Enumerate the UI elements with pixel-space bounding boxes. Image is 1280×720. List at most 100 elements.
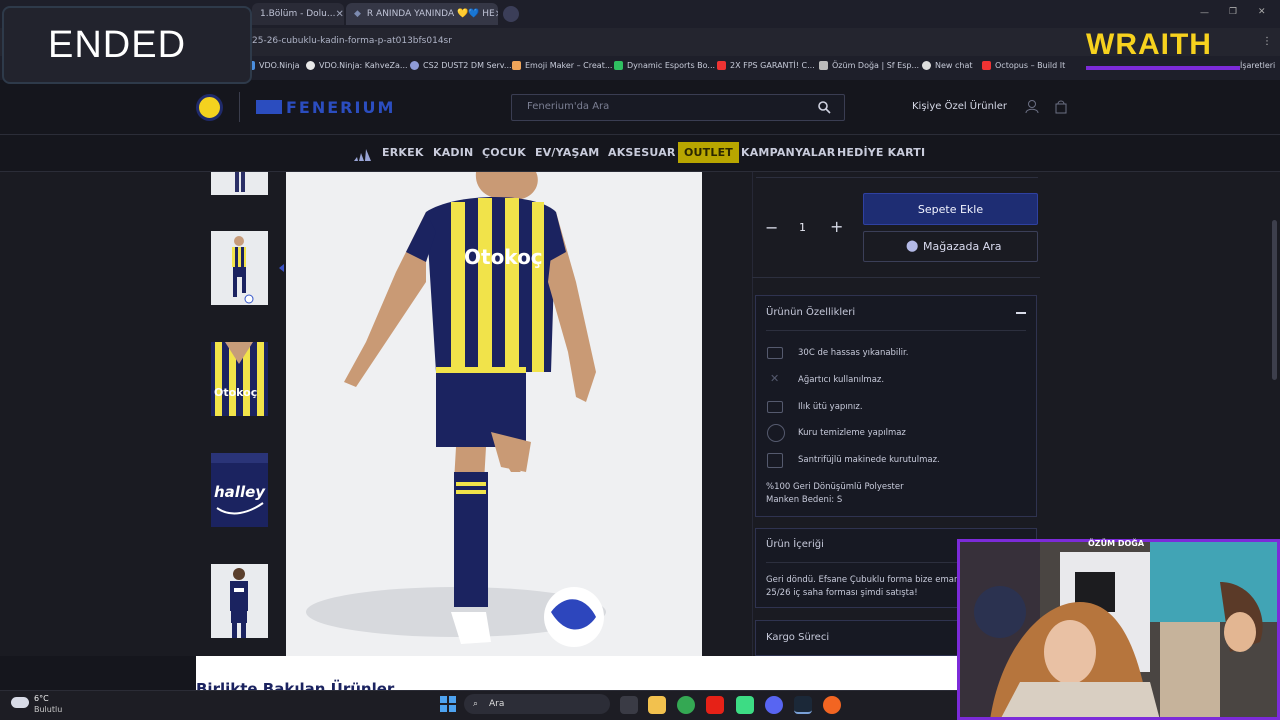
webcam-overlay [957,539,1280,720]
weather-temp[interactable]: 6°C [34,694,49,703]
site-favicon-icon: ◆ [354,9,361,19]
contents-text: 25/26 iç saha forması şimdi satışta! [766,588,918,598]
divider [766,330,1026,331]
bookmark-item[interactable]: 2X FPS GARANTİ! C... [717,61,815,70]
chrome-icon[interactable] [677,696,695,714]
maximize-icon[interactable]: ❐ [1229,7,1237,17]
club-logo[interactable] [196,94,223,121]
nav-item-outlet[interactable]: OUTLET [678,142,740,163]
taskbar-search[interactable] [464,694,610,714]
divider [752,277,1040,278]
wash-icon [767,347,783,359]
care-instruction: Santrifüjlü makinede kurutulmaz. [798,455,940,465]
discord-icon[interactable] [765,696,783,714]
collapse-icon[interactable] [1016,312,1026,314]
features-title[interactable]: Ürünün Özellikleri [766,307,855,318]
tab-label: 1.Bölüm - Dolu... [260,9,336,19]
user-icon[interactable] [1025,99,1039,114]
brand-underline [1086,66,1240,70]
menu-icon[interactable]: ⋮ [1262,36,1272,47]
svg-text:Otokoç: Otokoç [464,245,543,269]
thumbnail-image[interactable]: halley [211,453,268,527]
steam-icon[interactable] [794,696,812,714]
weather-desc[interactable]: Bulutlu [34,705,62,714]
location-pin-icon: ⬤ [906,239,919,252]
bookmark-item[interactable]: Özüm Doğa | Sf Esp... [819,61,919,70]
search-icon[interactable] [817,99,831,114]
bookmark-icon [410,61,419,70]
care-instruction: 30C de hassas yıkanabilir. [798,348,909,358]
contents-text: Geri döndü. Efsane Çubuklu forma bize em… [766,575,972,585]
windows-start-icon[interactable] [440,696,456,712]
bookmark-item[interactable]: CS2 DUST2 DM Serv... [410,61,512,70]
search-placeholder: Fenerium'da Ara [527,101,610,112]
browser-tab[interactable]: 1.Bölüm - Dolu... ✕ [252,3,344,25]
bookmark-icon [306,61,315,70]
bookmark-item[interactable]: Emoji Maker – Creat... [512,61,612,70]
bookmark-item[interactable]: VDO.Ninja [246,61,300,70]
bookmark-item[interactable]: Dynamic Esports Bo... [614,61,715,70]
svg-text:Otokoç: Otokoç [214,386,257,399]
close-icon[interactable]: ✕ [335,9,343,20]
app-icon[interactable] [823,696,841,714]
bookmark-item[interactable]: VDO.Ninja: KahveZa... [306,61,408,70]
bookmark-icon [982,61,991,70]
close-icon[interactable]: ✕ [495,9,498,20]
nav-item-gift-card[interactable]: HEDİYE KARTI [837,146,925,159]
personal-products-link[interactable]: Kişiye Özel Ürünler [912,101,1007,112]
adidas-icon[interactable] [354,146,372,161]
material-text: %100 Geri Dönüşümlü Polyester [766,482,904,492]
bookmark-icon [819,61,828,70]
add-to-cart-button[interactable]: Sepete Ekle [863,193,1038,225]
cam-title: ÖZÜM DOĞA [1088,539,1145,548]
url-text[interactable]: 25-26-cubuklu-kadin-forma-p-at013bfs014s… [252,36,452,46]
minimize-icon[interactable]: — [1200,8,1209,18]
app-icon[interactable] [736,696,754,714]
contents-title[interactable]: Ürün İçeriği [766,539,824,550]
iron-icon [767,401,783,413]
gallery-prev-icon[interactable] [279,264,284,272]
tab-label: R ANINDA YANINDA 💛💙 HE [366,9,495,19]
bookmark-icon [512,61,521,70]
bookmark-icon [614,61,623,70]
fenerium-logo[interactable]: FENERIUM [256,98,446,117]
ended-label: ENDED [48,24,187,66]
bookmark-item[interactable]: İşaretleri [1240,61,1275,70]
task-view-icon[interactable] [620,696,638,714]
chat-icon [922,61,931,70]
find-in-store-label: Mağazada Ara [923,240,1002,253]
nav-item-home-living[interactable]: EV/YAŞAM [535,146,599,159]
search-icon: ⌕ [473,699,479,709]
taskbar-search-label: Ara [489,699,505,709]
no-dry-clean-icon [767,424,785,442]
quantity-value[interactable]: 1 [799,221,806,234]
care-instruction: Ilık ütü yapınız. [798,402,863,412]
file-explorer-icon[interactable] [648,696,666,714]
shipping-title[interactable]: Kargo Süreci [766,632,829,643]
browser-tab-active[interactable]: ◆ R ANINDA YANINDA 💛💙 HE ✕ [346,3,498,25]
nav-item-kids[interactable]: ÇOCUK [482,146,526,159]
nav-item-women[interactable]: KADIN [433,146,473,159]
plus-icon[interactable]: + [830,217,843,236]
thumbnail-image[interactable] [211,172,268,195]
nav-item-accessories[interactable]: AKSESUAR [608,146,676,159]
youtube-icon[interactable] [706,696,724,714]
nav-item-men[interactable]: ERKEK [382,146,424,159]
close-window-icon[interactable]: ✕ [1258,7,1266,17]
model-size-text: Manken Bedeni: S [766,495,843,505]
thumbnail-image[interactable]: Otokoç [211,342,268,416]
thumbnail-image[interactable] [211,564,268,638]
scrollbar[interactable] [1272,220,1277,380]
minus-icon[interactable]: − [765,218,778,237]
cloud-icon [11,697,29,708]
cart-icon[interactable] [1054,99,1068,114]
bookmark-item[interactable]: Octopus – Build It [982,61,1065,70]
bookmark-item[interactable]: New chat [922,61,973,70]
new-tab-button[interactable] [503,6,519,22]
care-instruction: Ağartıcı kullanılmaz. [798,375,885,385]
no-bleach-icon: ✕ [770,372,780,385]
nav-item-campaigns[interactable]: KAMPANYALAR [741,146,835,159]
product-main-image[interactable]: Otokoç [286,172,702,656]
thumbnail-image[interactable] [211,231,268,305]
divider [752,172,753,656]
